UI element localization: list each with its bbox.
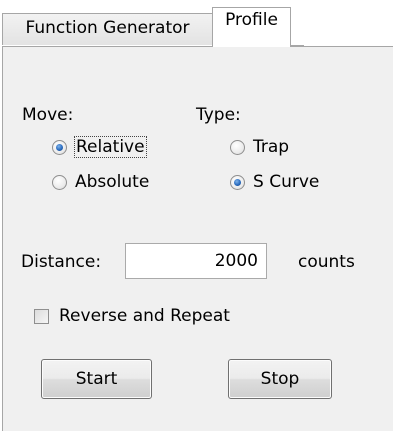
move-relative-option[interactable]: Relative bbox=[52, 135, 147, 159]
type-trap-label: Trap bbox=[253, 137, 290, 157]
distance-unit-label: counts bbox=[298, 252, 355, 272]
reverse-repeat-checkbox[interactable] bbox=[34, 308, 49, 324]
move-absolute-radio[interactable] bbox=[52, 174, 67, 190]
type-s-curve-option[interactable]: S Curve bbox=[230, 170, 319, 194]
profile-window: Function Generator Profile Move: Relativ… bbox=[0, 0, 393, 433]
move-label: Move: bbox=[22, 105, 74, 125]
move-relative-label: Relative bbox=[74, 136, 147, 158]
tab-function-generator[interactable]: Function Generator bbox=[2, 13, 213, 45]
distance-label: Distance: bbox=[21, 252, 102, 272]
tab-function-generator-label: Function Generator bbox=[25, 18, 190, 38]
tab-profile-label: Profile bbox=[225, 10, 278, 30]
move-absolute-label: Absolute bbox=[75, 172, 150, 192]
type-trap-option[interactable]: Trap bbox=[230, 135, 289, 159]
tab-profile[interactable]: Profile bbox=[212, 7, 291, 47]
move-relative-radio[interactable] bbox=[52, 139, 67, 155]
type-s-curve-radio[interactable] bbox=[230, 174, 245, 190]
distance-input[interactable] bbox=[125, 243, 267, 279]
type-s-curve-label: S Curve bbox=[253, 172, 320, 192]
stop-button[interactable]: Stop bbox=[228, 359, 332, 399]
reverse-repeat-option[interactable]: Reverse and Repeat bbox=[34, 304, 230, 328]
start-button[interactable]: Start bbox=[41, 359, 152, 399]
type-trap-radio[interactable] bbox=[230, 139, 245, 155]
move-absolute-option[interactable]: Absolute bbox=[52, 170, 149, 194]
reverse-repeat-label: Reverse and Repeat bbox=[59, 306, 230, 326]
type-label: Type: bbox=[196, 105, 241, 125]
